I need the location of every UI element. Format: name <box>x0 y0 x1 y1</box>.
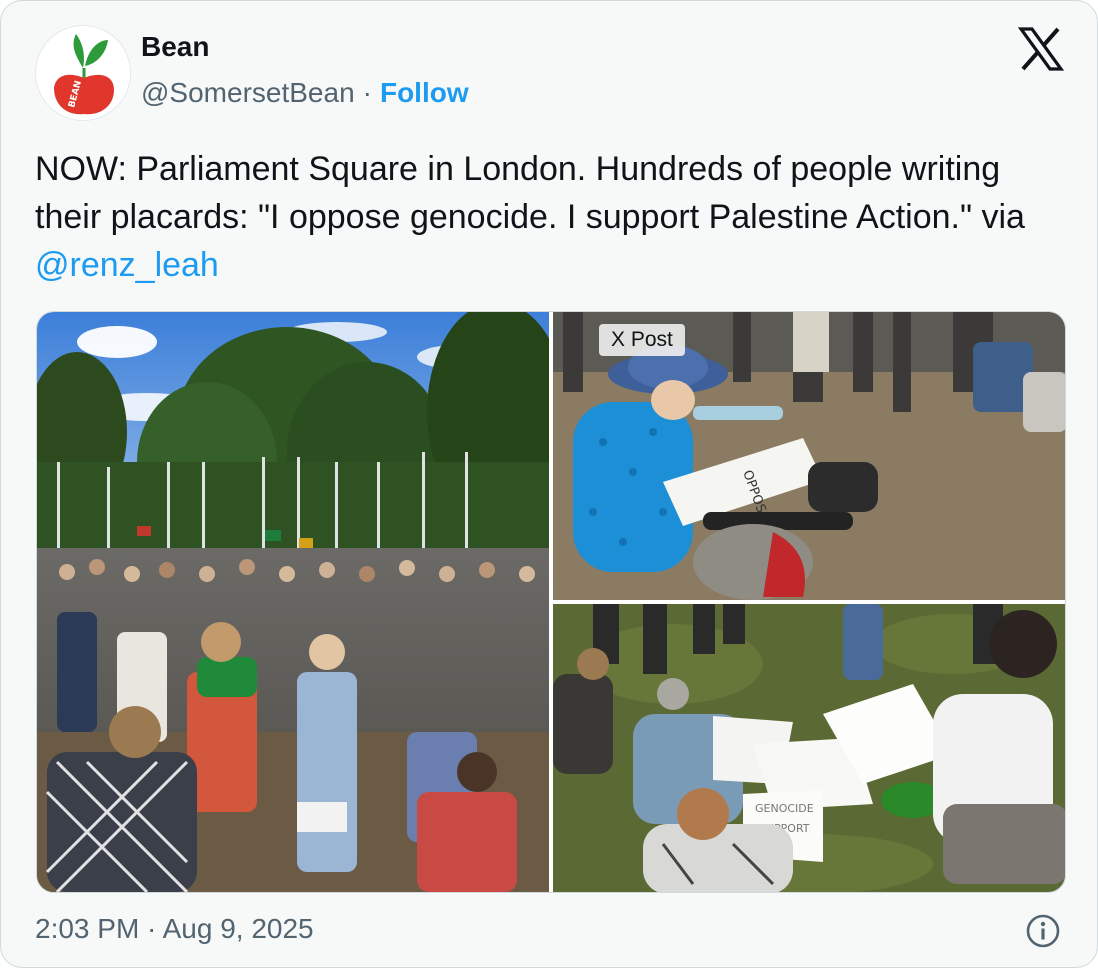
crowd-photo <box>37 312 549 892</box>
bean-logo-icon: BEAN <box>36 26 130 120</box>
photo-woman-writing[interactable]: OPPOSE X Post <box>553 312 1065 600</box>
media-grid: OPPOSE X Post GENOCIDE SUPPORT <box>36 311 1066 893</box>
author-name[interactable]: Bean <box>141 31 209 63</box>
photo-people-writing[interactable]: GENOCIDE SUPPORT <box>553 604 1065 892</box>
follow-button[interactable]: Follow <box>380 77 469 109</box>
separator: · <box>362 77 372 108</box>
handle-row: @SomersetBean · Follow <box>141 77 469 109</box>
author-handle[interactable]: @SomersetBean <box>141 77 355 109</box>
avatar[interactable]: BEAN <box>35 25 131 121</box>
people-writing-placards-photo: GENOCIDE SUPPORT <box>553 604 1065 892</box>
x-logo-icon[interactable] <box>1017 27 1065 71</box>
timestamp[interactable]: 2:03 PM · Aug 9, 2025 <box>35 913 314 945</box>
tweet-card: BEAN Bean @SomersetBean · Follow NOW: Pa… <box>0 0 1098 968</box>
placard-line-2: GENOCIDE <box>755 802 814 815</box>
mention-link[interactable]: @renz_leah <box>35 246 219 284</box>
tweet-body: NOW: Parliament Square in London. Hundre… <box>35 150 1025 236</box>
photo-crowd[interactable] <box>37 312 549 892</box>
x-post-badge: X Post <box>599 324 685 356</box>
info-icon[interactable] <box>1025 913 1061 949</box>
tweet-text: NOW: Parliament Square in London. Hundre… <box>35 145 1045 289</box>
